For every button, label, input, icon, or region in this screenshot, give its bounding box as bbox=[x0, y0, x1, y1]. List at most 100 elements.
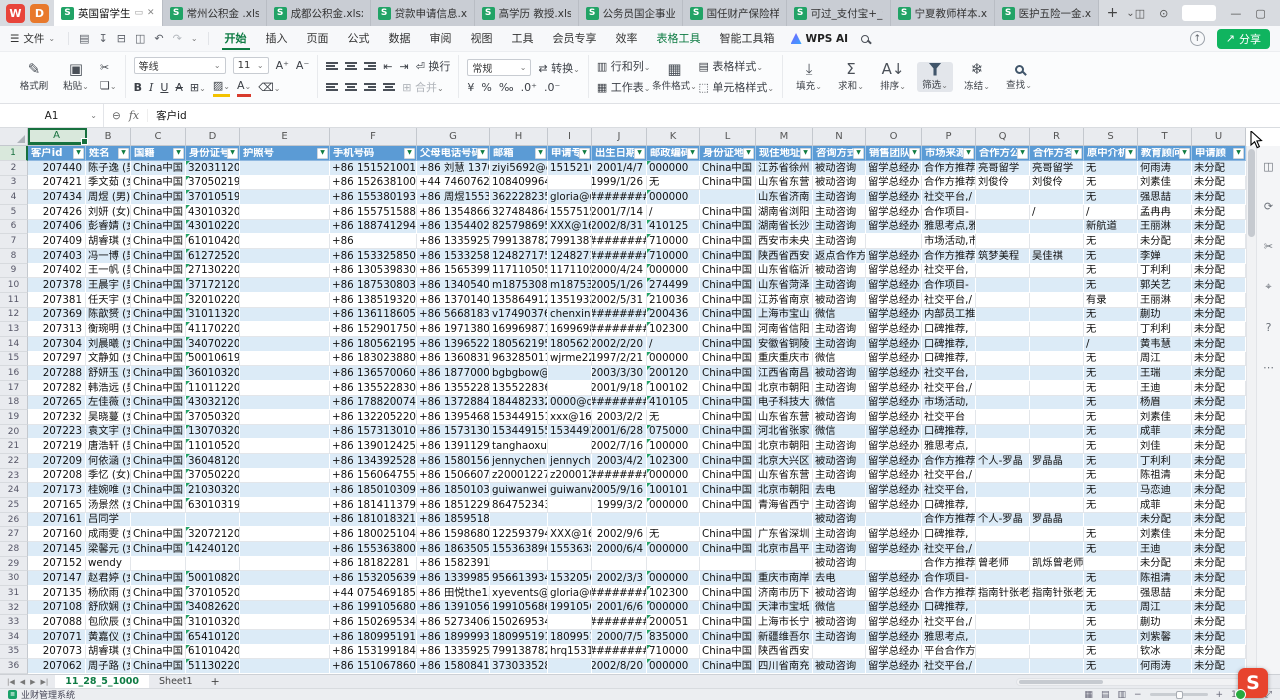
cell-D2[interactable]: 320311200104077915 bbox=[186, 161, 240, 176]
cell-S14[interactable]: / bbox=[1084, 337, 1138, 352]
cell-F9[interactable]: +86 130539830 bbox=[330, 264, 417, 279]
cell-Q34[interactable] bbox=[976, 630, 1030, 645]
cell-Q7[interactable] bbox=[976, 234, 1030, 249]
cell-N8[interactable]: 返点合作方 bbox=[813, 249, 866, 264]
cell-K30[interactable]: 000000 bbox=[647, 571, 700, 586]
prev-sheet-icon[interactable]: ◀ bbox=[20, 678, 25, 686]
filter-dropdown-icon[interactable] bbox=[1017, 148, 1028, 159]
upload-cloud-icon[interactable]: ↑ bbox=[1190, 31, 1205, 46]
cell-F22[interactable]: +86 134392528 bbox=[330, 454, 417, 469]
borders-button[interactable]: ⊞⌄ bbox=[190, 81, 206, 94]
column-header-H[interactable]: H bbox=[490, 128, 548, 145]
cell-P20[interactable]: 口碑推荐, bbox=[922, 425, 976, 440]
cell-I29[interactable] bbox=[548, 557, 592, 572]
cell-M2[interactable]: 江苏省徐州 bbox=[756, 161, 813, 176]
cell-I14[interactable]: 180562195 bbox=[548, 337, 592, 352]
cell-Q31[interactable]: 指南针张老 bbox=[976, 586, 1030, 601]
cell-S12[interactable]: 无 bbox=[1084, 308, 1138, 323]
cell-I8[interactable]: 124827175 bbox=[548, 249, 592, 264]
cell-H3[interactable]: 108409964XXX@163.c bbox=[490, 176, 548, 191]
cell-M10[interactable]: 山东省菏泽 bbox=[756, 278, 813, 293]
cell-D17[interactable]: 110112200109181419 bbox=[186, 381, 240, 396]
cell-J18[interactable]: ######## bbox=[592, 396, 647, 411]
column-header-U[interactable]: U bbox=[1192, 128, 1246, 145]
cell-R21[interactable] bbox=[1030, 439, 1084, 454]
cell-K31[interactable]: 102300 bbox=[647, 586, 700, 601]
document-tab-7[interactable]: S可过_支付宝+_滴 bbox=[787, 0, 891, 26]
cell-K16[interactable]: 200120 bbox=[647, 366, 700, 381]
cell-K21[interactable]: 100000 bbox=[647, 439, 700, 454]
cell-F16[interactable]: +86 136570060 bbox=[330, 366, 417, 381]
cell-F23[interactable]: +86 156064755 bbox=[330, 469, 417, 484]
cell-H18[interactable]: 184482332 bbox=[490, 396, 548, 411]
cell-M24[interactable]: 北京市朝阳 bbox=[756, 483, 813, 498]
cell-M34[interactable]: 新疆维吾尔 bbox=[756, 630, 813, 645]
cell-I32[interactable]: 199105686 bbox=[548, 601, 592, 616]
cell-K32[interactable]: 000000 bbox=[647, 601, 700, 616]
cell-C20[interactable]: China中国 bbox=[131, 425, 186, 440]
cell-N27[interactable]: 主动咨询 bbox=[813, 527, 866, 542]
cell-S28[interactable]: 无 bbox=[1084, 542, 1138, 557]
cell-K34[interactable]: 835000 bbox=[647, 630, 700, 645]
row-number-12[interactable]: 12 bbox=[0, 308, 28, 323]
cell-D7[interactable]: 610104200212213421 bbox=[186, 234, 240, 249]
cell-M6[interactable]: 湖南省长沙 bbox=[756, 220, 813, 235]
cell-O22[interactable]: 留学总经办 bbox=[866, 454, 922, 469]
cell-U4[interactable]: 未分配 bbox=[1192, 190, 1246, 205]
cell-B7[interactable]: 胡睿琪 (女 bbox=[86, 234, 131, 249]
cell-Q9[interactable] bbox=[976, 264, 1030, 279]
cell-F28[interactable]: +86 155363800 bbox=[330, 542, 417, 557]
cell-E13[interactable] bbox=[240, 322, 330, 337]
cell-O16[interactable]: 留学总经办 bbox=[866, 366, 922, 381]
cell-I15[interactable]: wjrme221 bbox=[548, 352, 592, 367]
cell-G4[interactable]: +86 周煜155380 bbox=[417, 190, 490, 205]
cell-C28[interactable]: China中国 bbox=[131, 542, 186, 557]
cell-A24[interactable]: 207173 bbox=[28, 483, 86, 498]
cell-C33[interactable]: China中国 bbox=[131, 615, 186, 630]
cell-R12[interactable] bbox=[1030, 308, 1084, 323]
row-number-7[interactable]: 7 bbox=[0, 234, 28, 249]
cell-K12[interactable]: 200436 bbox=[647, 308, 700, 323]
cell-A19[interactable]: 207232 bbox=[28, 410, 86, 425]
cell-Q2[interactable]: 亮哥留学 bbox=[976, 161, 1030, 176]
cell-R22[interactable]: 罗晶晶 bbox=[1030, 454, 1084, 469]
cell-F36[interactable]: +86 151067860 bbox=[330, 659, 417, 674]
cell-P10[interactable]: 合作项目- bbox=[922, 278, 976, 293]
column-header-J[interactable]: J bbox=[592, 128, 647, 145]
header-cell-L[interactable]: 身份证地 bbox=[700, 146, 756, 161]
cell-H19[interactable]: 153449151 bbox=[490, 410, 548, 425]
cell-C8[interactable]: China中国 bbox=[131, 249, 186, 264]
cell-J30[interactable]: 2002/3/3 bbox=[592, 571, 647, 586]
cell-J26[interactable] bbox=[592, 513, 647, 528]
cell-G14[interactable]: +86 1396522100 bbox=[417, 337, 490, 352]
cell-P9[interactable]: 社交平台, bbox=[922, 264, 976, 279]
cell-D34[interactable]: 654101200007050581 bbox=[186, 630, 240, 645]
cell-C31[interactable]: China中国 bbox=[131, 586, 186, 601]
cell-S18[interactable]: 无 bbox=[1084, 396, 1138, 411]
cell-O34[interactable]: 留学总经办 bbox=[866, 630, 922, 645]
menu-tab-3[interactable]: 公式 bbox=[345, 27, 373, 50]
cell-L32[interactable]: China中国 bbox=[700, 601, 756, 616]
cell-A18[interactable]: 207265 bbox=[28, 396, 86, 411]
cell-E4[interactable] bbox=[240, 190, 330, 205]
cell-S25[interactable]: 无 bbox=[1084, 498, 1138, 513]
cell-M33[interactable]: 上海市长宁 bbox=[756, 615, 813, 630]
cell-S35[interactable]: 无 bbox=[1084, 645, 1138, 660]
currency-icon[interactable]: ¥ bbox=[467, 81, 474, 94]
cell-S17[interactable]: 无 bbox=[1084, 381, 1138, 396]
header-cell-H[interactable]: 邮箱 bbox=[490, 146, 548, 161]
cell-N33[interactable]: 被动咨询 bbox=[813, 615, 866, 630]
cell-A5[interactable]: 207426 bbox=[28, 205, 86, 220]
cell-J7[interactable]: ######## bbox=[592, 234, 647, 249]
cell-Q32[interactable] bbox=[976, 601, 1030, 616]
row-number-36[interactable]: 36 bbox=[0, 659, 28, 674]
cell-Q36[interactable] bbox=[976, 659, 1030, 674]
cell-O29[interactable] bbox=[866, 557, 922, 572]
cell-O30[interactable]: 留学总经办 bbox=[866, 571, 922, 586]
cell-R36[interactable] bbox=[1030, 659, 1084, 674]
cell-N21[interactable]: 主动咨询 bbox=[813, 439, 866, 454]
menu-tab-11[interactable]: 智能工具箱 bbox=[717, 27, 778, 50]
cell-M17[interactable]: 北京市朝阳 bbox=[756, 381, 813, 396]
globe-icon[interactable]: ⊙ bbox=[1159, 7, 1168, 20]
cell-L10[interactable]: China中国 bbox=[700, 278, 756, 293]
